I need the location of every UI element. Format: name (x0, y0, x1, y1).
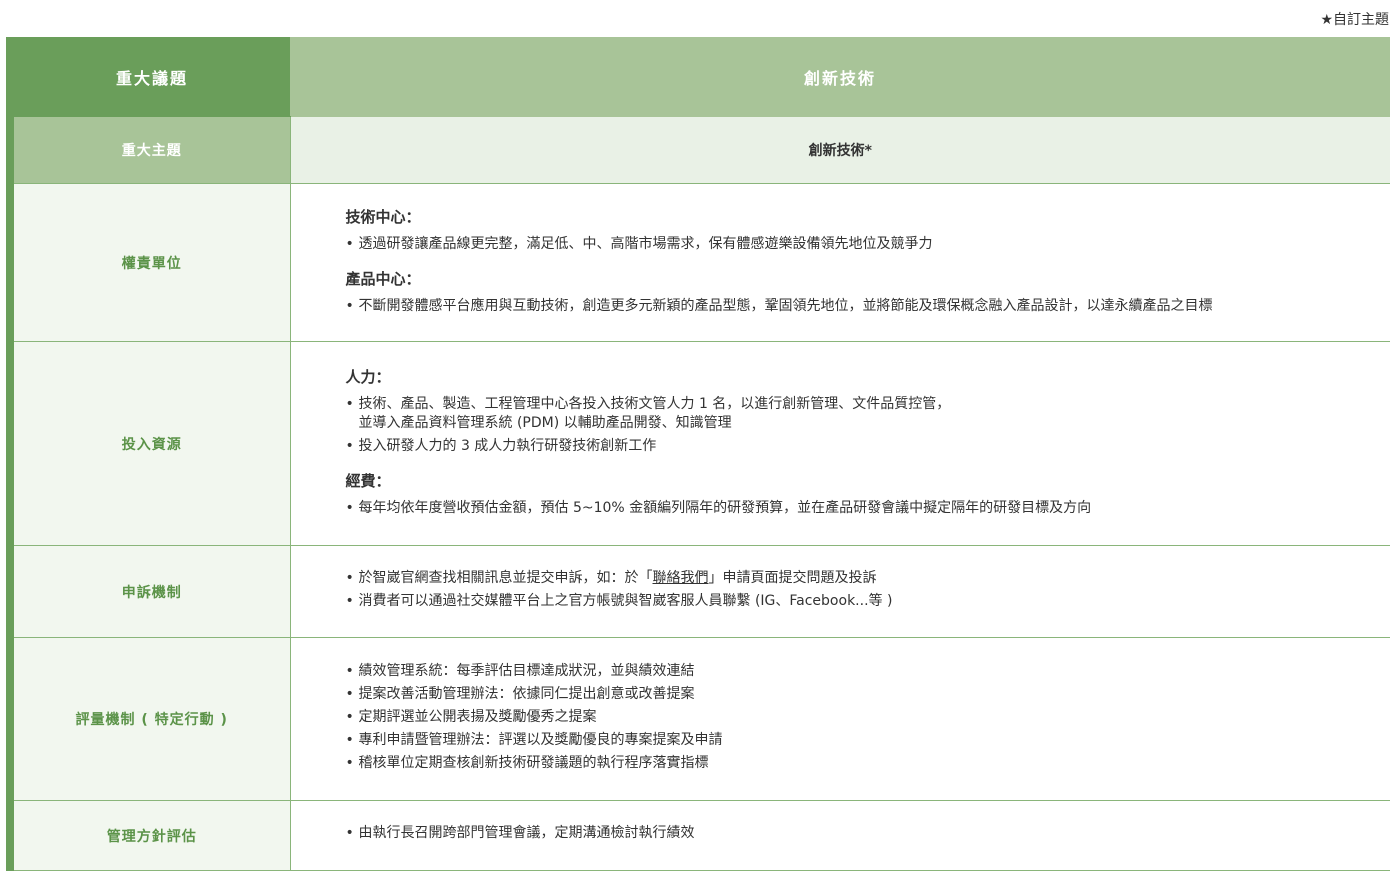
header-innovation: 創新技術 (290, 37, 1390, 117)
list-item: 技術、產品、製造、工程管理中心各投入技術文管人力 1 名，以進行創新管理、文件品… (346, 395, 1391, 433)
list-item-line: 並導入產品資料管理系統 (PDM) 以輔助產品開發、知識管理 (358, 414, 732, 431)
text: 」申請頁面提交問題及投訴 (708, 569, 877, 586)
header-major-issue: 重大議題 (14, 37, 290, 117)
list-item: 由執行長召開跨部門管理會議，定期溝通檢討執行績效 (346, 824, 1391, 843)
list-item: 消費者可以通過社交媒體平台上之官方帳號與智崴客服人員聯繫 (IG、Faceboo… (346, 592, 1391, 611)
list-item: 投入研發人力的 3 成人力執行研發技術創新工作 (346, 437, 1391, 456)
appeal-row: 申訴機制 於智崴官網查找相關訊息並提交申訴，如：於「聯絡我們」申請頁面提交問題及… (14, 545, 1391, 638)
investment-label: 投入資源 (14, 341, 291, 546)
responsible-content: 技術中心： 透過研發讓產品線更完整，滿足低、中、高階市場需求，保有體感遊樂設備領… (290, 183, 1391, 342)
list-item: 每年均依年度營收預估金額，預估 5~10% 金額編列隔年的研發預算，並在產品研發… (346, 499, 1391, 518)
evaluation-content: 績效管理系統：每季評估目標達成狀況，並與績效連結 提案改善活動管理辦法：依據同仁… (290, 637, 1391, 801)
list-item: 績效管理系統：每季評估目標達成狀況，並與績效連結 (346, 662, 1391, 681)
group-title: 產品中心： (345, 269, 421, 288)
topic-value: 創新技術* (290, 116, 1390, 184)
responsible-label: 權責單位 (14, 183, 291, 342)
custom-topic-note: ★自訂主題 (1320, 12, 1389, 28)
assessment-content: 由執行長召開跨部門管理會議，定期溝通檢討執行績效 (290, 800, 1391, 871)
topic-label: 重大主題 (14, 116, 291, 184)
contact-us-link[interactable]: 聯絡我們 (653, 570, 709, 586)
investment-content: 人力： 技術、產品、製造、工程管理中心各投入技術文管人力 1 名，以進行創新管理… (290, 341, 1391, 546)
list-item: 提案改善活動管理辦法：依據同仁提出創意或改善提案 (346, 685, 1391, 704)
text: 於智崴官網查找相關訊息並提交申訴，如：於「 (358, 569, 653, 586)
assessment-label: 管理方針評估 (14, 800, 291, 871)
management-table: 重大議題 創新技術 重大主題 創新技術* 權責單位 技術中心： 透過研發讓產品線… (6, 37, 1390, 871)
assessment-row: 管理方針評估 由執行長召開跨部門管理會議，定期溝通檢討執行績效 (14, 800, 1391, 871)
list-item: 稽核單位定期查核創新技術研發議題的執行程序落實指標 (346, 754, 1391, 773)
list-item: 不斷開發體感平台應用與互動技術，創造更多元新穎的產品型態，鞏固領先地位，並將節能… (346, 297, 1391, 316)
evaluation-row: 評量機制 ( 特定行動 ) 績效管理系統：每季評估目標達成狀況，並與績效連結 提… (14, 637, 1391, 801)
list-item: 定期評選並公開表揚及獎勵優秀之提案 (346, 708, 1391, 727)
list-item: 於智崴官網查找相關訊息並提交申訴，如：於「聯絡我們」申請頁面提交問題及投訴 (346, 569, 1391, 588)
responsible-row: 權責單位 技術中心： 透過研發讓產品線更完整，滿足低、中、高階市場需求，保有體感… (14, 183, 1391, 342)
appeal-content: 於智崴官網查找相關訊息並提交申訴，如：於「聯絡我們」申請頁面提交問題及投訴 消費… (290, 545, 1391, 638)
investment-row: 投入資源 人力： 技術、產品、製造、工程管理中心各投入技術文管人力 1 名，以進… (14, 341, 1391, 546)
list-item-line: 技術、產品、製造、工程管理中心各投入技術文管人力 1 名，以進行創新管理、文件品… (358, 395, 951, 412)
header-row: 重大議題 創新技術 (14, 37, 1390, 117)
list-item: 透過研發讓產品線更完整，滿足低、中、高階市場需求，保有體感遊樂設備領先地位及競爭… (346, 235, 1391, 254)
list-item: 專利申請暨管理辦法：評選以及獎勵優良的專案提案及申請 (346, 731, 1391, 750)
group-title: 人力： (345, 367, 391, 386)
group-title: 經費： (345, 471, 391, 490)
group-title: 技術中心： (345, 207, 421, 226)
appeal-label: 申訴機制 (14, 545, 291, 638)
topic-row: 重大主題 創新技術* (14, 116, 1390, 184)
evaluation-label: 評量機制 ( 特定行動 ) (14, 637, 291, 801)
